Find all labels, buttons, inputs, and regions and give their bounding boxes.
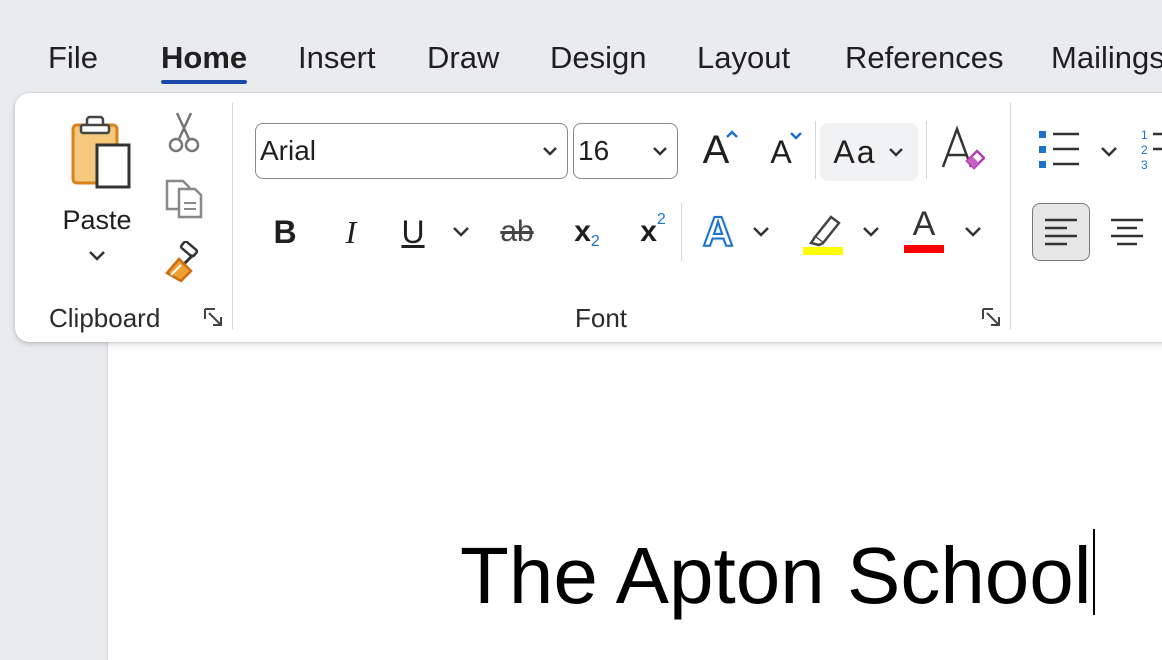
text-effects-button[interactable]: A [695,205,741,259]
document-text-content: The Apton School [460,531,1092,620]
italic-button[interactable]: I [331,207,371,257]
format-painter-icon[interactable] [163,241,207,283]
shrink-font-button[interactable]: A [759,129,803,175]
separator [681,203,682,261]
cut-icon[interactable] [167,111,201,155]
clipboard-dialog-launcher-icon[interactable] [203,307,225,329]
document-text[interactable]: The Apton School [460,528,1095,624]
font-dialog-launcher-icon[interactable] [981,307,1003,329]
change-case-button[interactable]: Aa [820,123,918,181]
superscript-x: x [640,215,657,248]
caret-down-icon [790,132,802,140]
clear-formatting-icon[interactable] [939,125,985,175]
svg-text:3: 3 [1141,158,1148,172]
caret-up-icon [726,130,738,138]
superscript-index: 2 [656,211,666,228]
separator [232,103,233,329]
font-color-glyph: A [912,205,936,243]
svg-text:2: 2 [1141,143,1148,157]
highlight-chevron-down-icon[interactable] [861,225,881,239]
bold-button[interactable]: B [265,207,305,257]
font-name-combobox[interactable]: Arial [255,123,568,179]
paste-label: Paste [62,205,132,235]
font-color-chevron-down-icon[interactable] [963,225,983,239]
chevron-down-icon[interactable] [539,140,561,162]
ribbon: Paste Clipboard Arial 16 A A Aa B I U ab… [15,93,1162,342]
align-left-icon [1045,218,1077,246]
align-left-button[interactable] [1032,203,1090,261]
change-case-label: Aa [833,133,877,170]
numbering-icon[interactable]: 1 2 3 [1139,127,1162,173]
align-center-icon[interactable] [1109,217,1145,247]
underline-button[interactable]: U [393,207,433,257]
separator [1010,103,1011,329]
subscript-x: x [574,215,591,248]
paste-icon [71,115,131,189]
superscript-button[interactable]: x 2 [633,207,673,257]
copy-icon[interactable] [163,179,205,219]
grow-font-button[interactable]: A [691,125,741,175]
text-caret [1092,529,1095,615]
clipboard-group-label: Clipboard [49,303,161,333]
text-effects-glyph: A [702,207,734,256]
bullets-chevron-down-icon[interactable] [1099,145,1119,159]
chevron-down-icon[interactable] [649,140,671,162]
font-size-combobox[interactable]: 16 [573,123,678,179]
font-color-button[interactable]: A [901,205,947,255]
text-effects-chevron-down-icon[interactable] [751,225,771,239]
separator [926,121,927,179]
chevron-down-icon [888,148,903,157]
font-group-label: Font [575,303,628,333]
svg-text:1: 1 [1141,128,1148,142]
font-color-swatch [904,245,944,253]
strikethrough-button[interactable]: ab [493,207,541,257]
font-name-value: Arial [260,135,317,166]
font-size-value: 16 [578,135,610,166]
subscript-index: 2 [590,233,600,250]
separator [815,121,816,179]
paste-chevron-down-icon[interactable] [87,249,107,263]
subscript-button[interactable]: x 2 [567,207,607,257]
underline-chevron-down-icon[interactable] [451,225,471,239]
paste-button[interactable]: Paste [55,111,139,271]
bullets-icon[interactable] [1037,129,1081,171]
highlighter-icon[interactable] [801,209,847,255]
